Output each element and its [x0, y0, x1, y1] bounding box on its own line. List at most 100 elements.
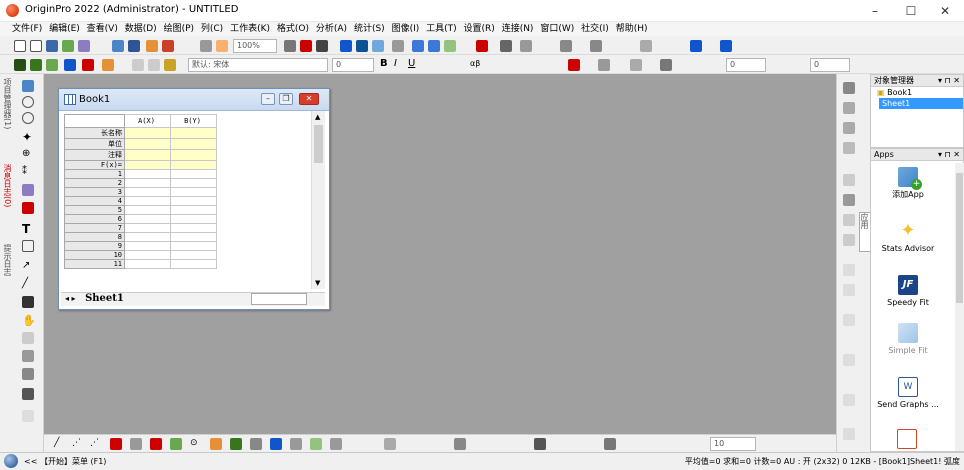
- sheet-tab-sheet1[interactable]: Sheet1: [85, 293, 124, 304]
- app-icon[interactable]: [444, 40, 456, 52]
- screen-reader-icon[interactable]: ✦: [22, 130, 34, 144]
- label-row-units[interactable]: 单位: [64, 138, 125, 150]
- brush-icon[interactable]: [200, 40, 212, 52]
- scroll-up-icon[interactable]: ▲: [315, 113, 320, 121]
- hand-icon[interactable]: ✋: [22, 314, 36, 327]
- area-plot-icon[interactable]: [170, 438, 182, 450]
- align-top-icon[interactable]: [843, 102, 855, 114]
- line-style-icon[interactable]: [660, 59, 672, 71]
- fill-column-icon[interactable]: [64, 59, 76, 71]
- save-icon[interactable]: [128, 40, 140, 52]
- graph-export-icon[interactable]: [428, 40, 440, 52]
- import-icon[interactable]: [146, 40, 158, 52]
- row-header[interactable]: 11: [64, 259, 125, 269]
- label-row-comments[interactable]: 注释: [64, 149, 125, 161]
- cell[interactable]: [170, 196, 217, 206]
- horizontal-scrollbar[interactable]: [251, 293, 307, 305]
- column-header-a[interactable]: A(X): [124, 114, 171, 128]
- results-log-icon[interactable]: [316, 40, 328, 52]
- row-header[interactable]: 5: [64, 205, 125, 215]
- bottom-combo[interactable]: 10: [710, 437, 756, 451]
- mask-icon[interactable]: [22, 202, 34, 214]
- menu-social[interactable]: 社交(I): [581, 22, 609, 36]
- cell[interactable]: [170, 205, 217, 215]
- same-width-icon[interactable]: [843, 264, 855, 276]
- cell[interactable]: [124, 149, 171, 161]
- column-chart-icon[interactable]: [560, 40, 572, 52]
- paste-icon[interactable]: [164, 59, 176, 71]
- italic-icon[interactable]: I: [394, 58, 406, 70]
- menu-format[interactable]: 格式(O): [277, 22, 309, 36]
- menu-connectivity[interactable]: 连接(N): [502, 22, 534, 36]
- data-reader-icon[interactable]: ⊕: [22, 148, 34, 160]
- template-icon[interactable]: [310, 438, 322, 450]
- 3d-surface-icon[interactable]: [270, 438, 282, 450]
- row-icon[interactable]: [46, 59, 58, 71]
- text-tool-icon[interactable]: T: [22, 222, 34, 236]
- menu-image[interactable]: 图像(I): [392, 22, 420, 36]
- 3d-bar-icon[interactable]: [290, 438, 302, 450]
- column-header-b[interactable]: B(Y): [170, 114, 217, 128]
- vertical-scrollbar[interactable]: ▲ ▼: [311, 111, 325, 289]
- export-icon[interactable]: [102, 59, 114, 71]
- script-window-icon[interactable]: [340, 40, 352, 52]
- smart-hint-log-tab[interactable]: 提示日志: [1, 244, 13, 276]
- sample-data-icon[interactable]: [82, 59, 94, 71]
- apps-scrollbar[interactable]: [955, 163, 964, 451]
- layout-tool-icon[interactable]: [22, 410, 34, 422]
- line-color-icon[interactable]: [630, 59, 642, 71]
- menu-analysis[interactable]: 分析(A): [316, 22, 347, 36]
- new-layer-icon[interactable]: [534, 438, 546, 450]
- polar-plot-icon[interactable]: ⊙: [190, 438, 202, 450]
- row-header[interactable]: 4: [64, 196, 125, 206]
- app-speedy-fit[interactable]: JF Speedy Fit: [873, 275, 943, 308]
- worksheet-grid[interactable]: A(X) B(Y) 长名称 单位 注释 F(x)= 1 2 3 4 5 6 7 …: [64, 114, 263, 269]
- rescale-icon[interactable]: [454, 438, 466, 450]
- cell[interactable]: [170, 250, 217, 260]
- layout-icon[interactable]: [412, 40, 424, 52]
- print-icon[interactable]: [162, 40, 174, 52]
- line-plot-icon[interactable]: ╱: [54, 438, 66, 450]
- cell[interactable]: [124, 232, 171, 242]
- same-height-icon[interactable]: [843, 284, 855, 296]
- layer-plot-icon[interactable]: [330, 438, 342, 450]
- align-bottom-icon[interactable]: [843, 122, 855, 134]
- refresh-icon[interactable]: [216, 40, 228, 52]
- cell[interactable]: [170, 138, 217, 150]
- filter-icon[interactable]: [590, 40, 602, 52]
- line-tool-icon[interactable]: ╱: [22, 278, 34, 290]
- row-header[interactable]: 7: [64, 223, 125, 233]
- specialized-icon[interactable]: [230, 438, 242, 450]
- equation-icon[interactable]: [22, 368, 34, 380]
- new-graph-icon[interactable]: [62, 40, 74, 52]
- layer-3-icon[interactable]: [843, 428, 855, 440]
- row-header[interactable]: 8: [64, 232, 125, 242]
- book1-titlebar[interactable]: Book1 – ❐ ✕: [59, 89, 329, 111]
- stat-chart-icon[interactable]: [150, 438, 162, 450]
- cell[interactable]: [170, 241, 217, 251]
- move-right-icon[interactable]: [720, 40, 732, 52]
- bold-icon[interactable]: B: [380, 58, 392, 70]
- cell[interactable]: [170, 214, 217, 224]
- menu-column[interactable]: 列(C): [201, 22, 223, 36]
- pointer-icon[interactable]: [22, 80, 34, 92]
- merge-icon[interactable]: [384, 438, 396, 450]
- font-color-icon[interactable]: [568, 59, 580, 71]
- messages-log-tab[interactable]: 消息日志(0): [1, 164, 13, 207]
- pattern-width-combo[interactable]: 0: [810, 58, 850, 72]
- move-left-icon[interactable]: [690, 40, 702, 52]
- layer-2-icon[interactable]: [843, 394, 855, 406]
- project-explorer-icon[interactable]: [392, 40, 404, 52]
- book-minimize-button[interactable]: –: [261, 93, 275, 105]
- cell[interactable]: [124, 169, 171, 179]
- duplicate-icon[interactable]: [284, 40, 296, 52]
- new-workbook-icon[interactable]: [46, 40, 58, 52]
- cell[interactable]: [124, 250, 171, 260]
- cell[interactable]: [124, 127, 171, 139]
- row-header[interactable]: 9: [64, 241, 125, 251]
- row-header[interactable]: 2: [64, 178, 125, 188]
- project-explorer-tab[interactable]: 项目管理器(1): [1, 78, 13, 129]
- regional-data-icon[interactable]: [22, 184, 34, 196]
- 3d-plot-icon[interactable]: [250, 438, 262, 450]
- book1-window[interactable]: Book1 – ❐ ✕ A(X) B(Y) 长名称 单位 注释 F(x)= 1 …: [58, 88, 330, 310]
